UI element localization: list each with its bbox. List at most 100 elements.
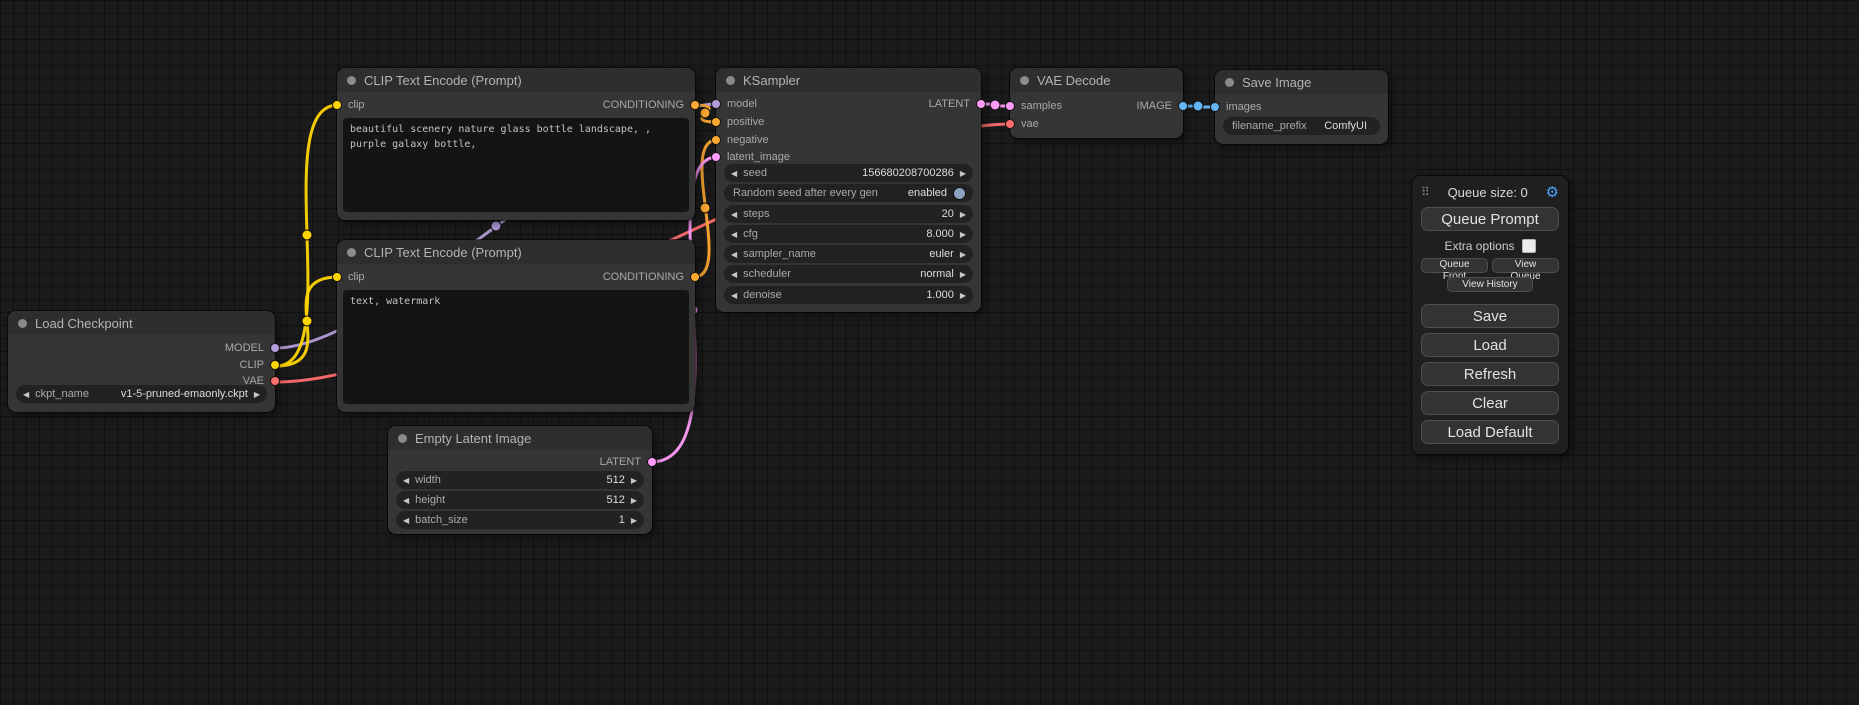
increment-arrow-icon[interactable]: ▶: [254, 390, 260, 399]
slot-dot-conditioning[interactable]: [711, 135, 721, 145]
node-title-bar[interactable]: Load Checkpoint: [8, 311, 275, 335]
increment-arrow-icon[interactable]: ▶: [960, 291, 966, 300]
node-ksampler[interactable]: KSampler model positive negative latent_…: [716, 68, 981, 312]
decrement-arrow-icon[interactable]: ◀: [403, 516, 409, 525]
batch-size-widget[interactable]: ◀ batch_size 1 ▶: [396, 511, 644, 529]
slot-dot-clip[interactable]: [332, 100, 342, 110]
positive-prompt-textarea[interactable]: beautiful scenery nature glass bottle la…: [343, 118, 689, 212]
collapse-dot-icon[interactable]: [1225, 78, 1234, 87]
decrement-arrow-icon[interactable]: ◀: [731, 250, 737, 259]
ckpt-name-widget[interactable]: ◀ ckpt_name v1-5-pruned-emaonly.ckpt ▶: [16, 385, 267, 403]
node-title-bar[interactable]: Empty Latent Image: [388, 426, 652, 450]
clear-button[interactable]: Clear: [1421, 391, 1559, 415]
decrement-arrow-icon[interactable]: ◀: [23, 390, 29, 399]
negative-prompt-textarea[interactable]: text, watermark: [343, 290, 689, 404]
slot-dot-latent[interactable]: [647, 457, 657, 467]
slot-dot-model[interactable]: [711, 99, 721, 109]
slot-dot-image[interactable]: [1178, 101, 1188, 111]
input-slot-clip[interactable]: clip: [332, 100, 365, 110]
filename-prefix-widget[interactable]: filename_prefix ComfyUI: [1223, 117, 1380, 135]
queue-front-button[interactable]: Queue Front: [1421, 258, 1488, 273]
random-seed-toggle-widget[interactable]: Random seed after every gen enabled: [724, 184, 973, 202]
steps-widget[interactable]: ◀ steps 20 ▶: [724, 205, 973, 223]
collapse-dot-icon[interactable]: [347, 248, 356, 257]
settings-gear-icon[interactable]: ⚙: [1546, 183, 1559, 201]
increment-arrow-icon[interactable]: ▶: [631, 496, 637, 505]
toggle-dot-icon[interactable]: [953, 187, 966, 200]
height-widget[interactable]: ◀ height 512 ▶: [396, 491, 644, 509]
node-title-bar[interactable]: CLIP Text Encode (Prompt): [337, 68, 695, 92]
increment-arrow-icon[interactable]: ▶: [631, 516, 637, 525]
increment-arrow-icon[interactable]: ▶: [960, 270, 966, 279]
input-slot-images[interactable]: images: [1210, 102, 1261, 112]
output-slot-latent[interactable]: LATENT: [600, 457, 657, 467]
slot-dot-latent[interactable]: [1005, 101, 1015, 111]
output-slot-latent[interactable]: LATENT: [929, 99, 986, 109]
drag-handle-icon[interactable]: ⠿: [1421, 185, 1430, 199]
node-title-bar[interactable]: KSampler: [716, 68, 981, 92]
output-slot-conditioning[interactable]: CONDITIONING: [603, 100, 700, 110]
output-slot-model[interactable]: MODEL: [225, 343, 280, 353]
node-clip-text-encode-negative[interactable]: CLIP Text Encode (Prompt) clip CONDITION…: [337, 240, 695, 412]
increment-arrow-icon[interactable]: ▶: [960, 210, 966, 219]
decrement-arrow-icon[interactable]: ◀: [403, 496, 409, 505]
slot-dot-conditioning[interactable]: [690, 100, 700, 110]
input-slot-positive[interactable]: positive: [711, 117, 764, 127]
output-slot-image[interactable]: IMAGE: [1137, 101, 1188, 111]
node-title-bar[interactable]: VAE Decode: [1010, 68, 1183, 92]
input-slot-latent-image[interactable]: latent_image: [711, 152, 790, 162]
collapse-dot-icon[interactable]: [726, 76, 735, 85]
save-button[interactable]: Save: [1421, 304, 1559, 328]
node-title-bar[interactable]: CLIP Text Encode (Prompt): [337, 240, 695, 264]
output-slot-clip[interactable]: CLIP: [240, 360, 280, 370]
slot-dot-image[interactable]: [1210, 102, 1220, 112]
increment-arrow-icon[interactable]: ▶: [960, 250, 966, 259]
increment-arrow-icon[interactable]: ▶: [631, 476, 637, 485]
decrement-arrow-icon[interactable]: ◀: [403, 476, 409, 485]
view-history-button[interactable]: View History: [1447, 277, 1533, 292]
decrement-arrow-icon[interactable]: ◀: [731, 210, 737, 219]
queue-prompt-button[interactable]: Queue Prompt: [1421, 207, 1559, 231]
decrement-arrow-icon[interactable]: ◀: [731, 230, 737, 239]
node-canvas[interactable]: Load Checkpoint MODEL CLIP VAE ◀ ckpt_na…: [0, 0, 1859, 705]
input-slot-model[interactable]: model: [711, 99, 757, 109]
output-slot-conditioning[interactable]: CONDITIONING: [603, 272, 700, 282]
node-load-checkpoint[interactable]: Load Checkpoint MODEL CLIP VAE ◀ ckpt_na…: [8, 311, 275, 412]
width-widget[interactable]: ◀ width 512 ▶: [396, 471, 644, 489]
scheduler-widget[interactable]: ◀ scheduler normal ▶: [724, 265, 973, 283]
slot-dot-vae[interactable]: [1005, 119, 1015, 129]
increment-arrow-icon[interactable]: ▶: [960, 230, 966, 239]
increment-arrow-icon[interactable]: ▶: [960, 169, 966, 178]
refresh-button[interactable]: Refresh: [1421, 362, 1559, 386]
slot-dot-vae[interactable]: [270, 376, 280, 386]
input-slot-negative[interactable]: negative: [711, 135, 769, 145]
cfg-widget[interactable]: ◀ cfg 8.000 ▶: [724, 225, 973, 243]
node-vae-decode[interactable]: VAE Decode samples vae IMAGE: [1010, 68, 1183, 138]
decrement-arrow-icon[interactable]: ◀: [731, 270, 737, 279]
collapse-dot-icon[interactable]: [347, 76, 356, 85]
slot-dot-conditioning[interactable]: [711, 117, 721, 127]
collapse-dot-icon[interactable]: [398, 434, 407, 443]
input-slot-vae[interactable]: vae: [1005, 119, 1039, 129]
node-save-image[interactable]: Save Image images filename_prefix ComfyU…: [1215, 70, 1388, 144]
load-button[interactable]: Load: [1421, 333, 1559, 357]
decrement-arrow-icon[interactable]: ◀: [731, 291, 737, 300]
slot-dot-conditioning[interactable]: [690, 272, 700, 282]
collapse-dot-icon[interactable]: [1020, 76, 1029, 85]
decrement-arrow-icon[interactable]: ◀: [731, 169, 737, 178]
slot-dot-model[interactable]: [270, 343, 280, 353]
node-title-bar[interactable]: Save Image: [1215, 70, 1388, 94]
collapse-dot-icon[interactable]: [18, 319, 27, 328]
sampler-name-widget[interactable]: ◀ sampler_name euler ▶: [724, 245, 973, 263]
input-slot-clip[interactable]: clip: [332, 272, 365, 282]
slot-dot-clip[interactable]: [332, 272, 342, 282]
seed-widget[interactable]: ◀ seed 156680208700286 ▶: [724, 164, 973, 182]
slot-dot-latent[interactable]: [976, 99, 986, 109]
node-clip-text-encode-positive[interactable]: CLIP Text Encode (Prompt) clip CONDITION…: [337, 68, 695, 220]
slot-dot-clip[interactable]: [270, 360, 280, 370]
denoise-widget[interactable]: ◀ denoise 1.000 ▶: [724, 286, 973, 304]
view-queue-button[interactable]: View Queue: [1492, 258, 1559, 273]
node-empty-latent-image[interactable]: Empty Latent Image LATENT ◀ width 512 ▶ …: [388, 426, 652, 534]
load-default-button[interactable]: Load Default: [1421, 420, 1559, 444]
extra-options-checkbox[interactable]: [1522, 239, 1536, 253]
